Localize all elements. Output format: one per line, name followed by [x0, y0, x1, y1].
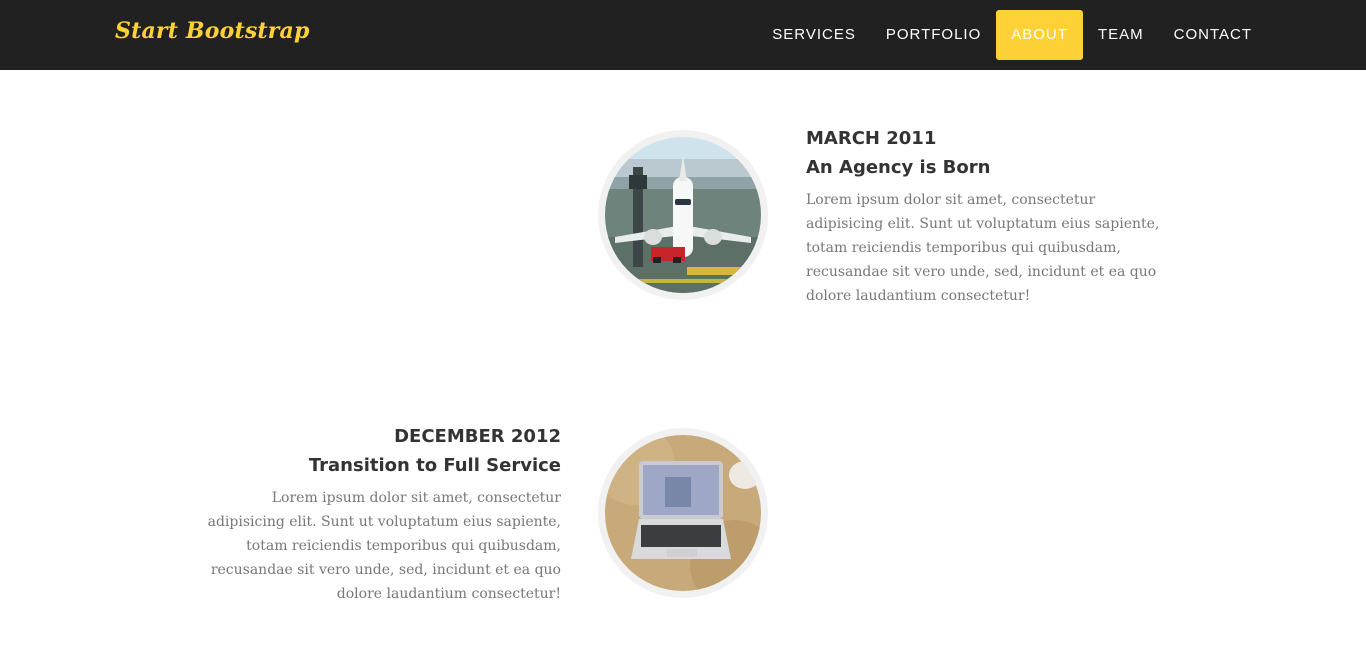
timeline-panel-2: DECEMBER 2012 Transition to Full Service… [206, 422, 561, 606]
nav-link-team[interactable]: TEAM [1083, 10, 1159, 60]
navbar: Start Bootstrap SERVICES PORTFOLIO ABOUT… [0, 0, 1366, 70]
timeline-image-airplane [598, 130, 768, 300]
nav-link-services[interactable]: SERVICES [757, 10, 871, 60]
timeline-panel-1: MARCH 2011 An Agency is Born Lorem ipsum… [806, 124, 1161, 308]
brand-logo[interactable]: Start Bootstrap [115, 18, 310, 44]
timeline-image-laptop [598, 428, 768, 598]
nav-link-contact[interactable]: CONTACT [1159, 10, 1267, 60]
laptop-photo [605, 435, 761, 591]
timeline-body: Lorem ipsum dolor sit amet, consectetur … [207, 490, 561, 602]
timeline-date: DECEMBER 2012 [394, 426, 561, 447]
timeline-heading: Transition to Full Service [308, 455, 561, 476]
nav-link-about[interactable]: ABOUT [996, 10, 1083, 60]
timeline-heading: An Agency is Born [806, 157, 991, 178]
timeline-body: Lorem ipsum dolor sit amet, consectetur … [806, 192, 1160, 304]
airplane-photo [605, 137, 761, 293]
nav-link-portfolio[interactable]: PORTFOLIO [871, 10, 996, 60]
nav-menu: SERVICES PORTFOLIO ABOUT TEAM CONTACT [757, 10, 1267, 60]
timeline-date: MARCH 2011 [806, 128, 937, 149]
